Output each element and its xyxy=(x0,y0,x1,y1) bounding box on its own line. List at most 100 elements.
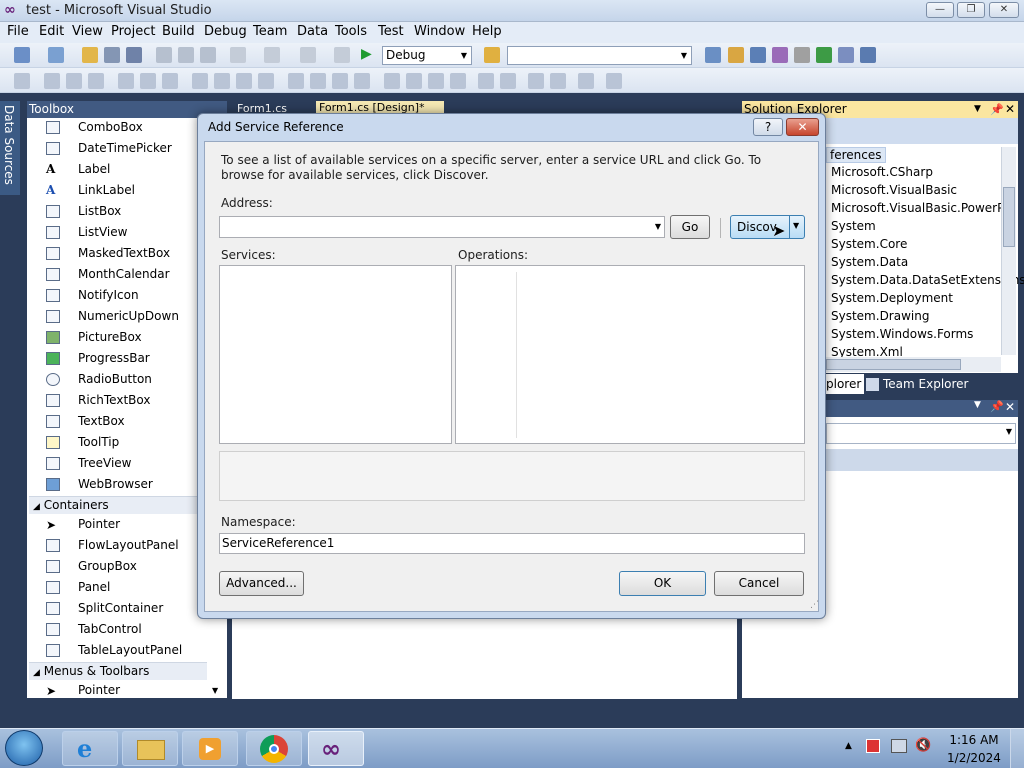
menu-project[interactable]: Project xyxy=(111,24,155,39)
navigate-backward-icon[interactable] xyxy=(300,47,316,63)
taskbar-visual-studio[interactable]: ∞ xyxy=(308,731,364,766)
align-lefts-icon[interactable] xyxy=(44,73,60,89)
ok-button[interactable]: OK xyxy=(619,571,706,596)
properties-object-combo[interactable]: ▼ xyxy=(826,423,1016,444)
start-orb-icon[interactable] xyxy=(5,730,43,766)
show-desktop-button[interactable] xyxy=(1010,729,1024,768)
decrease-spacing-icon[interactable] xyxy=(332,73,348,89)
make-same-height-icon[interactable] xyxy=(236,73,252,89)
restore-button[interactable]: ❐ xyxy=(957,2,985,18)
menu-view[interactable]: View xyxy=(72,24,103,39)
align-rights-icon[interactable] xyxy=(88,73,104,89)
taskbar-media-player[interactable]: ▶ xyxy=(182,731,238,766)
align-to-grid-icon[interactable] xyxy=(14,73,30,89)
cut-icon[interactable] xyxy=(156,47,172,63)
align-bottoms-icon[interactable] xyxy=(162,73,178,89)
discover-split-button[interactable]: Discov ▼ xyxy=(730,215,805,239)
paste-icon[interactable] xyxy=(200,47,216,63)
reference-item[interactable]: System.Xml xyxy=(831,345,903,357)
menu-window[interactable]: Window xyxy=(414,24,465,39)
chevron-down-icon[interactable]: ▼ xyxy=(793,221,799,230)
open-file-icon[interactable] xyxy=(82,47,98,63)
scrollbar-thumb[interactable] xyxy=(1003,187,1015,247)
reference-item[interactable]: System.Core xyxy=(831,237,907,251)
go-button[interactable]: Go xyxy=(670,215,710,239)
scrollbar-thumb[interactable] xyxy=(826,359,961,370)
toolbox-icon[interactable] xyxy=(772,47,788,63)
horizontal-scrollbar[interactable] xyxy=(826,357,1001,372)
menu-test[interactable]: Test xyxy=(378,24,404,39)
resize-grip-icon[interactable]: ⋰ xyxy=(810,600,819,610)
undo-icon[interactable] xyxy=(230,47,246,63)
namespace-input[interactable]: ServiceReference1 xyxy=(219,533,805,554)
menu-edit[interactable]: Edit xyxy=(39,24,64,39)
find-in-files-icon[interactable] xyxy=(484,47,500,63)
navigate-forward-icon[interactable] xyxy=(334,47,350,63)
toolbox-group-menus-toolbars[interactable]: ◢ Menus & Toolbars xyxy=(29,662,207,680)
reference-item[interactable]: System.Deployment xyxy=(831,291,953,305)
close-window-button[interactable]: ✕ xyxy=(989,2,1019,18)
align-tops-icon[interactable] xyxy=(118,73,134,89)
show-hidden-icons-icon[interactable]: ▲ xyxy=(845,741,852,751)
reference-item[interactable]: System.Windows.Forms xyxy=(831,327,973,341)
menu-file[interactable]: File xyxy=(7,24,29,39)
close-icon[interactable]: ✕ xyxy=(1005,400,1015,414)
menu-build[interactable]: Build xyxy=(162,24,195,39)
remove-vertical-spacing-icon[interactable] xyxy=(450,73,466,89)
cancel-button[interactable]: Cancel xyxy=(714,571,804,596)
reference-item[interactable]: Microsoft.CSharp xyxy=(831,165,933,179)
scroll-down-arrow-icon[interactable]: ▼ xyxy=(212,686,218,695)
close-icon[interactable]: ✕ xyxy=(1005,101,1015,118)
dropdown-icon[interactable]: ▼ xyxy=(974,101,981,118)
dropdown-icon[interactable]: ▼ xyxy=(974,400,981,410)
address-combo[interactable]: ▼ xyxy=(219,216,665,238)
menu-debug[interactable]: Debug xyxy=(204,24,247,39)
decrease-vertical-spacing-icon[interactable] xyxy=(428,73,444,89)
reference-item[interactable]: System.Data xyxy=(831,255,908,269)
reference-item[interactable]: System.Data.DataSetExtensions xyxy=(831,273,1024,287)
platform-combo[interactable]: ▼ xyxy=(507,46,692,65)
vertical-scrollbar[interactable] xyxy=(1001,147,1016,355)
data-sources-side-tab[interactable]: Data Sources xyxy=(0,101,20,195)
vertical-spacing-icon[interactable] xyxy=(384,73,400,89)
pin-icon[interactable]: 📌 xyxy=(990,101,1004,118)
taskbar-file-explorer[interactable] xyxy=(122,731,178,766)
advanced-button[interactable]: Advanced... xyxy=(219,571,304,596)
references-node[interactable]: ferences xyxy=(826,147,886,163)
operations-list[interactable] xyxy=(455,265,805,444)
make-same-size-icon[interactable] xyxy=(258,73,274,89)
dialog-close-button[interactable]: ✕ xyxy=(786,118,819,136)
solution-explorer-icon[interactable] xyxy=(705,47,721,63)
help-button[interactable]: ? xyxy=(753,118,783,136)
remove-spacing-icon[interactable] xyxy=(354,73,370,89)
toolbox-group-containers[interactable]: ◢ Containers xyxy=(29,496,207,514)
send-to-back-icon[interactable] xyxy=(550,73,566,89)
copy-icon[interactable] xyxy=(178,47,194,63)
align-centers-icon[interactable] xyxy=(66,73,82,89)
size-to-grid-icon[interactable] xyxy=(214,73,230,89)
tab-order-icon[interactable] xyxy=(578,73,594,89)
menu-tools[interactable]: Tools xyxy=(335,24,367,39)
network-icon[interactable] xyxy=(891,739,907,753)
reference-item[interactable]: System xyxy=(831,219,876,233)
reference-item[interactable]: Microsoft.VisualBasic.PowerPacl xyxy=(831,201,1001,215)
object-browser-icon[interactable] xyxy=(750,47,766,63)
start-page-icon[interactable] xyxy=(816,47,832,63)
tab-solution-explorer[interactable]: plorer xyxy=(826,374,864,394)
menu-help[interactable]: Help xyxy=(472,24,502,39)
new-project-icon[interactable] xyxy=(14,47,30,63)
lock-controls-icon[interactable] xyxy=(606,73,622,89)
menu-data[interactable]: Data xyxy=(297,24,328,39)
clock-date[interactable]: 1/2/2024 xyxy=(946,751,1002,765)
taskbar-internet-explorer[interactable]: e xyxy=(62,731,118,766)
tab-team-explorer[interactable]: Team Explorer xyxy=(866,374,984,394)
add-item-icon[interactable] xyxy=(48,47,64,63)
increase-vertical-spacing-icon[interactable] xyxy=(406,73,422,89)
start-debugging-icon[interactable]: ▶ xyxy=(361,46,375,64)
make-same-width-icon[interactable] xyxy=(192,73,208,89)
action-center-icon[interactable] xyxy=(866,739,880,753)
extension-manager-icon[interactable] xyxy=(794,47,810,63)
command-window-icon[interactable] xyxy=(838,47,854,63)
properties-icon[interactable] xyxy=(728,47,744,63)
center-horizontally-icon[interactable] xyxy=(478,73,494,89)
